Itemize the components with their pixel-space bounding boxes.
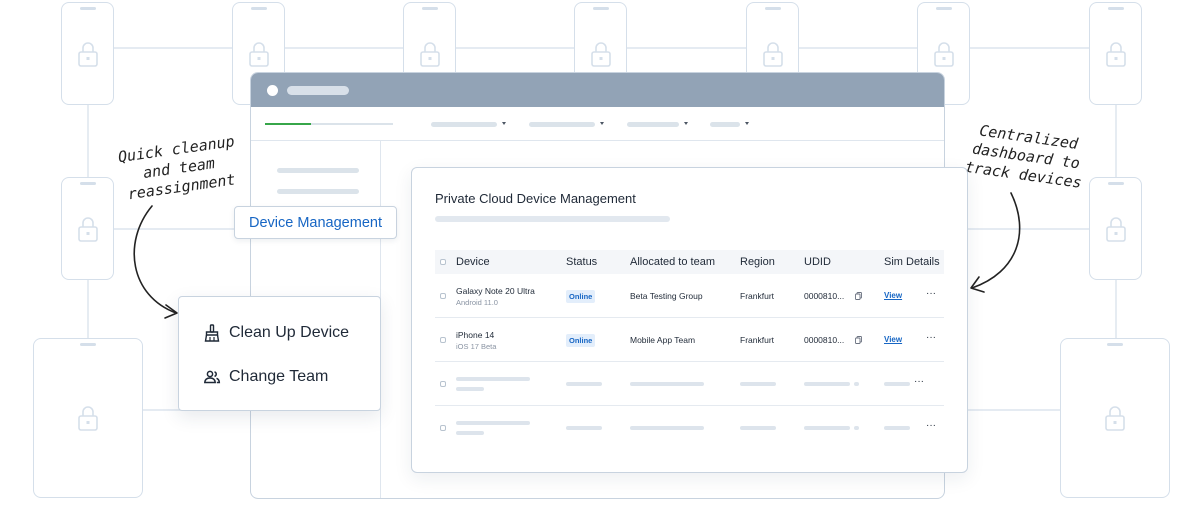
annotation-arrows [133,192,1021,319]
arrow-left [133,205,177,314]
arrow-right [971,192,1021,289]
